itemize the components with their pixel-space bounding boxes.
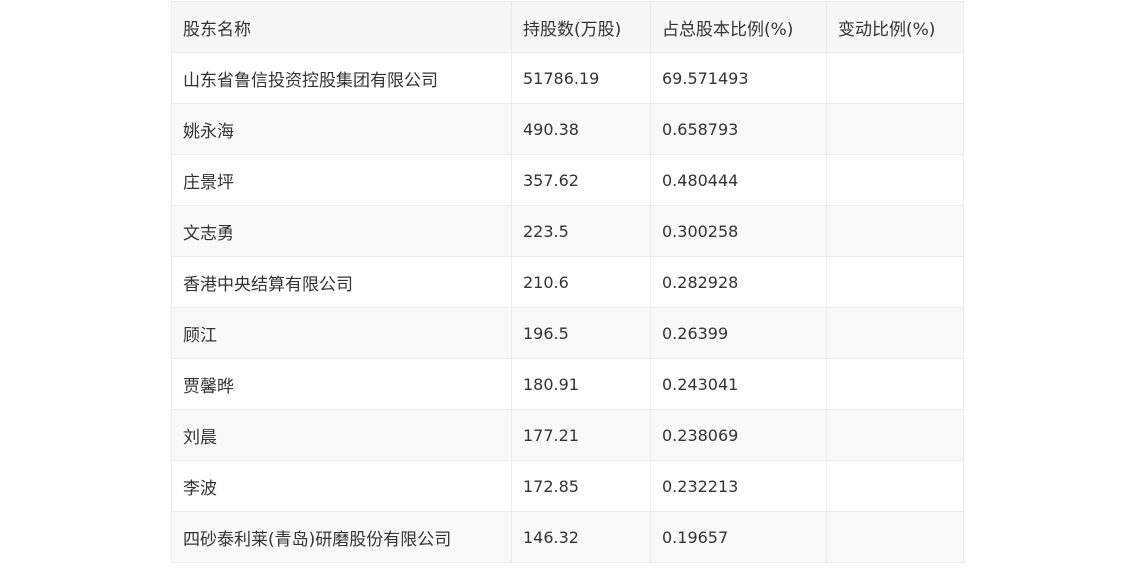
share-ratio-cell: 69.571493 [650,52,827,104]
share-ratio-cell: 0.243041 [650,358,827,410]
shareholder-name-cell: 贾馨晔 [171,358,512,410]
table-row: 文志勇 223.5 0.300258 [171,205,964,257]
shares-held-cell: 210.6 [511,256,651,308]
table-row: 四砂泰利莱(青岛)研磨股份有限公司 146.32 0.19657 [171,511,964,563]
header-shareholder-name: 股东名称 [171,1,512,53]
table-row: 贾馨晔 180.91 0.243041 [171,358,964,410]
table-row: 顾江 196.5 0.26399 [171,307,964,359]
shares-held-cell: 177.21 [511,409,651,461]
shares-held-cell: 196.5 [511,307,651,359]
share-ratio-cell: 0.26399 [650,307,827,359]
shareholder-name-cell: 文志勇 [171,205,512,257]
share-ratio-cell: 0.658793 [650,103,827,155]
share-ratio-cell: 0.300258 [650,205,827,257]
shareholders-table: 股东名称 持股数(万股) 占总股本比例(%) 变动比例(%) 山东省鲁信投资控股… [171,1,964,563]
shareholder-name-cell: 顾江 [171,307,512,359]
header-row: 股东名称 持股数(万股) 占总股本比例(%) 变动比例(%) [171,1,964,53]
share-ratio-cell: 0.238069 [650,409,827,461]
change-ratio-cell [826,103,964,155]
shareholder-name-cell: 香港中央结算有限公司 [171,256,512,308]
table-row: 李波 172.85 0.232213 [171,460,964,512]
shareholder-name-cell: 姚永海 [171,103,512,155]
shares-held-cell: 490.38 [511,103,651,155]
change-ratio-cell [826,205,964,257]
shares-held-cell: 357.62 [511,154,651,206]
change-ratio-cell [826,358,964,410]
share-ratio-cell: 0.282928 [650,256,827,308]
shares-held-cell: 180.91 [511,358,651,410]
change-ratio-cell [826,511,964,563]
shares-held-cell: 51786.19 [511,52,651,104]
shareholder-name-cell: 李波 [171,460,512,512]
change-ratio-cell [826,409,964,461]
shares-held-cell: 172.85 [511,460,651,512]
table-row: 香港中央结算有限公司 210.6 0.282928 [171,256,964,308]
share-ratio-cell: 0.480444 [650,154,827,206]
shareholder-name-cell: 四砂泰利莱(青岛)研磨股份有限公司 [171,511,512,563]
shareholder-name-cell: 庄景坪 [171,154,512,206]
change-ratio-cell [826,256,964,308]
table-header: 股东名称 持股数(万股) 占总股本比例(%) 变动比例(%) [171,1,964,53]
change-ratio-cell [826,460,964,512]
table-row: 姚永海 490.38 0.658793 [171,103,964,155]
table-row: 刘晨 177.21 0.238069 [171,409,964,461]
shares-held-cell: 146.32 [511,511,651,563]
share-ratio-cell: 0.19657 [650,511,827,563]
shareholder-name-cell: 刘晨 [171,409,512,461]
table-row: 庄景坪 357.62 0.480444 [171,154,964,206]
shares-held-cell: 223.5 [511,205,651,257]
change-ratio-cell [826,52,964,104]
share-ratio-cell: 0.232213 [650,460,827,512]
table-row: 山东省鲁信投资控股集团有限公司 51786.19 69.571493 [171,52,964,104]
change-ratio-cell [826,154,964,206]
header-shares-held: 持股数(万股) [511,1,651,53]
table-body: 山东省鲁信投资控股集团有限公司 51786.19 69.571493 姚永海 4… [171,52,964,563]
header-change-ratio: 变动比例(%) [826,1,964,53]
shareholder-name-cell: 山东省鲁信投资控股集团有限公司 [171,52,512,104]
change-ratio-cell [826,307,964,359]
header-share-ratio: 占总股本比例(%) [650,1,827,53]
